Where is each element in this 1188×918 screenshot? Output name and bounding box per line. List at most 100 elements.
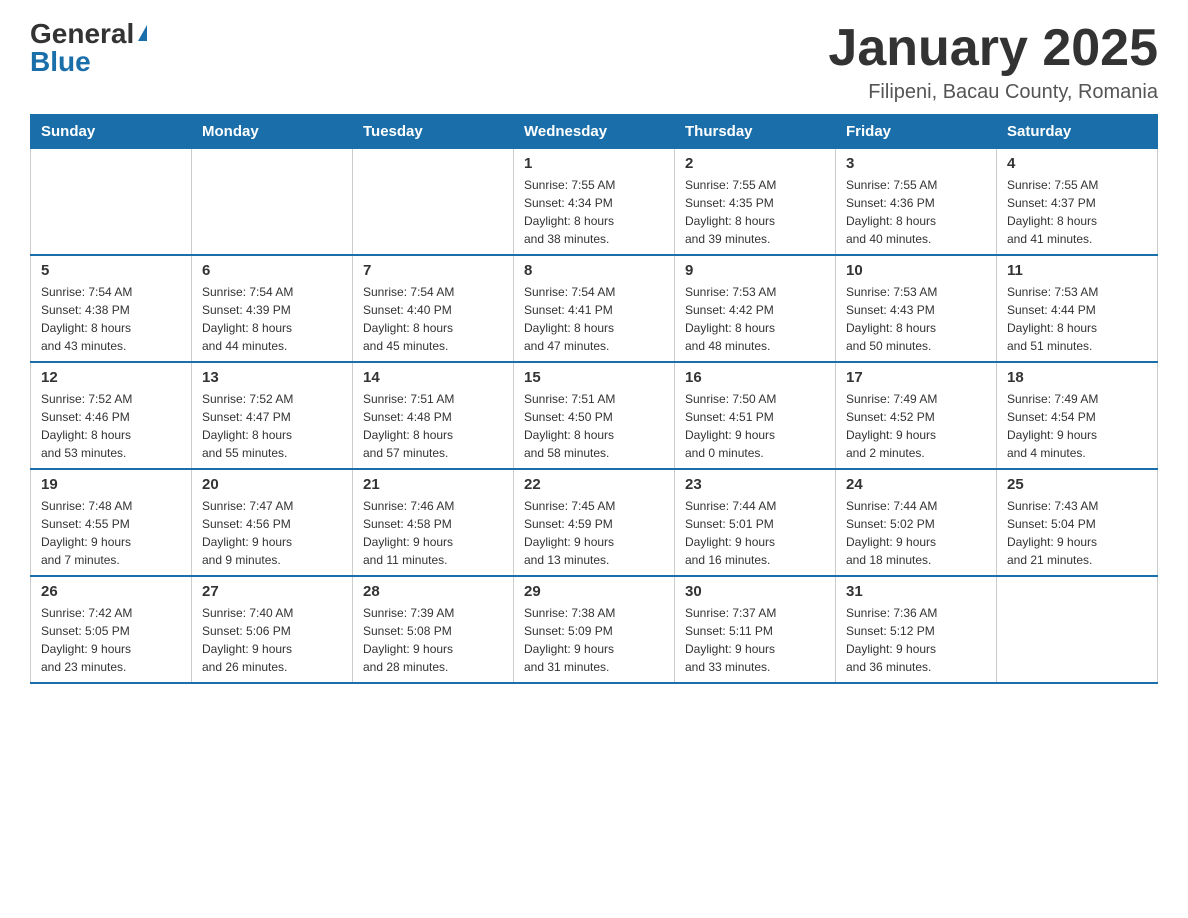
day-number: 29 [524, 583, 664, 600]
calendar-cell: 14 Sunrise: 7:51 AM Sunset: 4:48 PM Dayli… [353, 362, 514, 469]
day-info: Sunrise: 7:54 AM Sunset: 4:39 PM Dayligh… [202, 283, 342, 355]
calendar-cell: 13 Sunrise: 7:52 AM Sunset: 4:47 PM Dayli… [192, 362, 353, 469]
calendar-cell: 21 Sunrise: 7:46 AM Sunset: 4:58 PM Dayli… [353, 469, 514, 576]
day-number: 1 [524, 155, 664, 172]
day-number: 8 [524, 262, 664, 279]
day-info: Sunrise: 7:53 AM Sunset: 4:44 PM Dayligh… [1007, 283, 1147, 355]
calendar-cell: 2 Sunrise: 7:55 AM Sunset: 4:35 PM Daylig… [675, 149, 836, 256]
day-number: 25 [1007, 476, 1147, 493]
day-number: 19 [41, 476, 181, 493]
day-number: 3 [846, 155, 986, 172]
week-row-1: 1 Sunrise: 7:55 AM Sunset: 4:34 PM Daylig… [31, 149, 1158, 256]
calendar-cell: 22Sunrise: 7:45 AM Sunset: 4:59 PM Dayli… [514, 469, 675, 576]
day-number: 12 [41, 369, 181, 386]
day-info: Sunrise: 7:44 AM Sunset: 5:01 PM Dayligh… [685, 497, 825, 569]
logo-triangle-icon [138, 25, 147, 41]
calendar-cell: 7 Sunrise: 7:54 AM Sunset: 4:40 PM Daylig… [353, 255, 514, 362]
day-number: 23 [685, 476, 825, 493]
calendar-cell [31, 149, 192, 256]
calendar-cell: 10Sunrise: 7:53 AM Sunset: 4:43 PM Dayli… [836, 255, 997, 362]
day-info: Sunrise: 7:54 AM Sunset: 4:38 PM Dayligh… [41, 283, 181, 355]
weekday-header-wednesday: Wednesday [514, 115, 675, 149]
title-area: January 2025 Filipeni, Bacau County, Rom… [828, 20, 1158, 104]
calendar-cell: 5 Sunrise: 7:54 AM Sunset: 4:38 PM Daylig… [31, 255, 192, 362]
day-number: 2 [685, 155, 825, 172]
day-info: Sunrise: 7:50 AM Sunset: 4:51 PM Dayligh… [685, 390, 825, 462]
weekday-header-sunday: Sunday [31, 115, 192, 149]
calendar-cell: 3 Sunrise: 7:55 AM Sunset: 4:36 PM Daylig… [836, 149, 997, 256]
day-info: Sunrise: 7:55 AM Sunset: 4:34 PM Dayligh… [524, 176, 664, 248]
logo-blue-text: Blue [30, 48, 91, 76]
day-number: 11 [1007, 262, 1147, 279]
day-number: 21 [363, 476, 503, 493]
logo-general-text: General [30, 20, 134, 48]
day-info: Sunrise: 7:49 AM Sunset: 4:54 PM Dayligh… [1007, 390, 1147, 462]
day-info: Sunrise: 7:39 AM Sunset: 5:08 PM Dayligh… [363, 604, 503, 676]
day-info: Sunrise: 7:55 AM Sunset: 4:35 PM Dayligh… [685, 176, 825, 248]
calendar-cell: 4 Sunrise: 7:55 AM Sunset: 4:37 PM Daylig… [997, 149, 1158, 256]
day-info: Sunrise: 7:46 AM Sunset: 4:58 PM Dayligh… [363, 497, 503, 569]
header-area: General Blue January 2025 Filipeni, Baca… [30, 20, 1158, 104]
day-number: 4 [1007, 155, 1147, 172]
day-info: Sunrise: 7:55 AM Sunset: 4:36 PM Dayligh… [846, 176, 986, 248]
day-number: 16 [685, 369, 825, 386]
day-info: Sunrise: 7:51 AM Sunset: 4:48 PM Dayligh… [363, 390, 503, 462]
day-info: Sunrise: 7:54 AM Sunset: 4:41 PM Dayligh… [524, 283, 664, 355]
weekday-header-friday: Friday [836, 115, 997, 149]
week-row-4: 19Sunrise: 7:48 AM Sunset: 4:55 PM Dayli… [31, 469, 1158, 576]
day-number: 31 [846, 583, 986, 600]
day-number: 22 [524, 476, 664, 493]
day-info: Sunrise: 7:52 AM Sunset: 4:47 PM Dayligh… [202, 390, 342, 462]
calendar-cell: 25 Sunrise: 7:43 AM Sunset: 5:04 PM Dayli… [997, 469, 1158, 576]
day-info: Sunrise: 7:37 AM Sunset: 5:11 PM Dayligh… [685, 604, 825, 676]
day-info: Sunrise: 7:36 AM Sunset: 5:12 PM Dayligh… [846, 604, 986, 676]
weekday-header-thursday: Thursday [675, 115, 836, 149]
day-number: 15 [524, 369, 664, 386]
calendar-cell: 20 Sunrise: 7:47 AM Sunset: 4:56 PM Dayli… [192, 469, 353, 576]
weekday-header-saturday: Saturday [997, 115, 1158, 149]
day-number: 20 [202, 476, 342, 493]
day-info: Sunrise: 7:52 AM Sunset: 4:46 PM Dayligh… [41, 390, 181, 462]
day-info: Sunrise: 7:44 AM Sunset: 5:02 PM Dayligh… [846, 497, 986, 569]
day-number: 14 [363, 369, 503, 386]
calendar-cell: 31 Sunrise: 7:36 AM Sunset: 5:12 PM Dayli… [836, 576, 997, 683]
day-number: 13 [202, 369, 342, 386]
calendar-cell: 28 Sunrise: 7:39 AM Sunset: 5:08 PM Dayli… [353, 576, 514, 683]
day-number: 18 [1007, 369, 1147, 386]
day-info: Sunrise: 7:53 AM Sunset: 4:42 PM Dayligh… [685, 283, 825, 355]
logo: General Blue [30, 20, 147, 76]
day-info: Sunrise: 7:43 AM Sunset: 5:04 PM Dayligh… [1007, 497, 1147, 569]
day-number: 28 [363, 583, 503, 600]
calendar-cell [353, 149, 514, 256]
calendar-cell [997, 576, 1158, 683]
day-number: 5 [41, 262, 181, 279]
calendar-cell: 26 Sunrise: 7:42 AM Sunset: 5:05 PM Dayli… [31, 576, 192, 683]
day-number: 7 [363, 262, 503, 279]
calendar-cell: 12 Sunrise: 7:52 AM Sunset: 4:46 PM Dayli… [31, 362, 192, 469]
calendar-title: January 2025 [828, 20, 1158, 77]
day-info: Sunrise: 7:47 AM Sunset: 4:56 PM Dayligh… [202, 497, 342, 569]
week-row-3: 12 Sunrise: 7:52 AM Sunset: 4:46 PM Dayli… [31, 362, 1158, 469]
day-info: Sunrise: 7:38 AM Sunset: 5:09 PM Dayligh… [524, 604, 664, 676]
day-info: Sunrise: 7:49 AM Sunset: 4:52 PM Dayligh… [846, 390, 986, 462]
day-number: 30 [685, 583, 825, 600]
calendar-cell: 29 Sunrise: 7:38 AM Sunset: 5:09 PM Dayli… [514, 576, 675, 683]
calendar-cell: 8 Sunrise: 7:54 AM Sunset: 4:41 PM Daylig… [514, 255, 675, 362]
day-info: Sunrise: 7:53 AM Sunset: 4:43 PM Dayligh… [846, 283, 986, 355]
day-info: Sunrise: 7:55 AM Sunset: 4:37 PM Dayligh… [1007, 176, 1147, 248]
calendar-subtitle: Filipeni, Bacau County, Romania [828, 81, 1158, 104]
day-info: Sunrise: 7:51 AM Sunset: 4:50 PM Dayligh… [524, 390, 664, 462]
calendar-cell: 17 Sunrise: 7:49 AM Sunset: 4:52 PM Dayli… [836, 362, 997, 469]
calendar-cell: 19Sunrise: 7:48 AM Sunset: 4:55 PM Dayli… [31, 469, 192, 576]
day-number: 17 [846, 369, 986, 386]
day-info: Sunrise: 7:42 AM Sunset: 5:05 PM Dayligh… [41, 604, 181, 676]
calendar-cell: 18 Sunrise: 7:49 AM Sunset: 4:54 PM Dayli… [997, 362, 1158, 469]
calendar-cell: 16 Sunrise: 7:50 AM Sunset: 4:51 PM Dayli… [675, 362, 836, 469]
week-row-2: 5 Sunrise: 7:54 AM Sunset: 4:38 PM Daylig… [31, 255, 1158, 362]
day-number: 6 [202, 262, 342, 279]
day-number: 26 [41, 583, 181, 600]
day-number: 24 [846, 476, 986, 493]
day-info: Sunrise: 7:54 AM Sunset: 4:40 PM Dayligh… [363, 283, 503, 355]
week-row-5: 26 Sunrise: 7:42 AM Sunset: 5:05 PM Dayli… [31, 576, 1158, 683]
weekday-header-row: SundayMondayTuesdayWednesdayThursdayFrid… [31, 115, 1158, 149]
